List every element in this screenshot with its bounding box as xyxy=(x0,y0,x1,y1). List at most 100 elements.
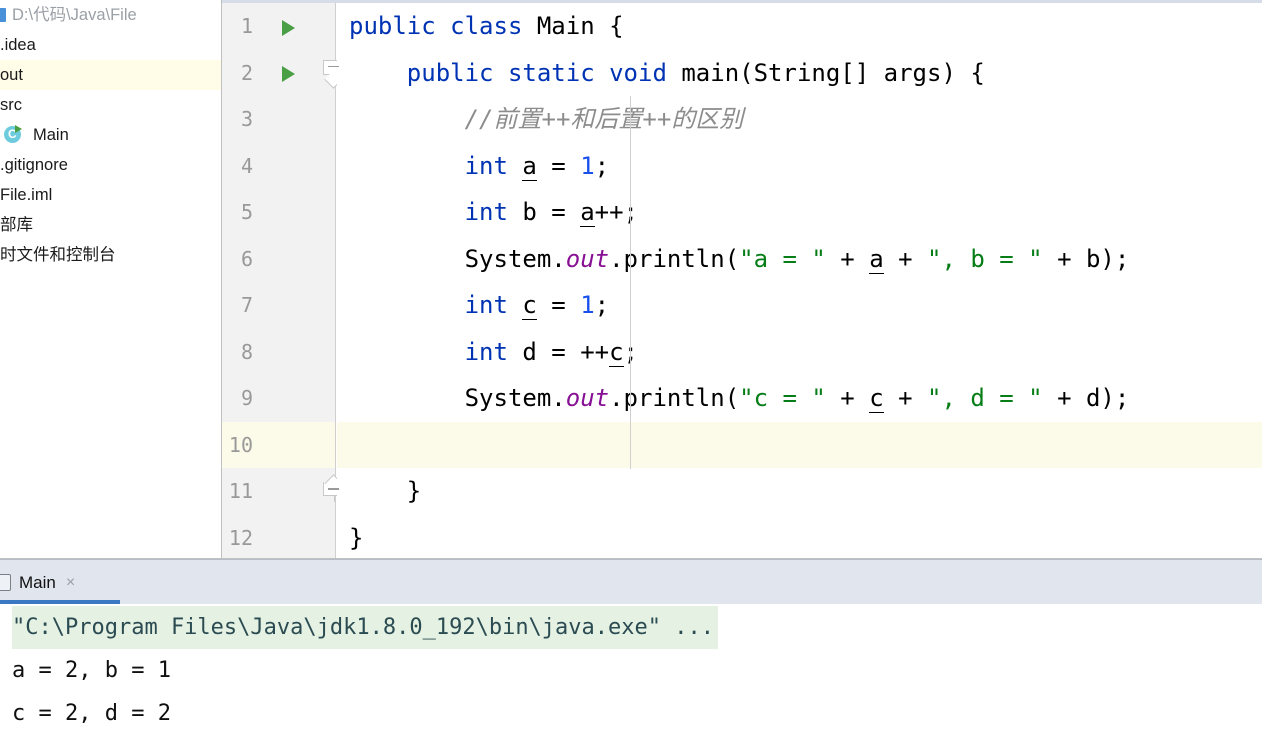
project-tree-item-label: out xyxy=(0,66,23,84)
line-number: 8 xyxy=(240,339,253,364)
gutter-line-8[interactable]: 8 xyxy=(222,329,335,376)
code-line-2[interactable]: public static void main(String[] args) { xyxy=(337,50,1262,97)
line-number: 3 xyxy=(240,107,253,131)
code-line-6[interactable]: System.out.println("a = " + a + ", b = "… xyxy=(337,236,1262,283)
run-tab-main[interactable]: Main × xyxy=(0,560,89,605)
code-token-kw: void xyxy=(609,58,682,87)
code-line-5[interactable]: int b = a++; xyxy=(337,189,1262,236)
code-token-kw: int xyxy=(464,198,523,226)
code-editor[interactable]: 1 2 3 4 5 6 7 8 9 10 11 12 public class Main { publ… xyxy=(222,0,1262,559)
project-tree-item-2[interactable]: out xyxy=(0,60,221,90)
java-class-runnable-icon: C xyxy=(4,125,24,145)
run-gutter-icon[interactable] xyxy=(282,19,295,36)
project-tree-item-label: 部库 xyxy=(0,216,33,234)
code-token-kw: int xyxy=(464,291,523,319)
code-token-fld: out xyxy=(565,244,610,273)
code-token-num: 1 xyxy=(580,291,595,319)
gutter-line-3[interactable]: 3 xyxy=(222,96,335,143)
editor-code-area[interactable]: public class Main { public static void m… xyxy=(337,3,1262,559)
code-line-12[interactable]: } xyxy=(337,515,1262,560)
gutter-line-11[interactable]: 11 xyxy=(222,468,344,515)
code-token-kw: public xyxy=(349,12,451,40)
code-token-kw: static xyxy=(507,58,610,87)
project-tree-item-label: 时文件和控制台 xyxy=(0,246,116,264)
project-tree-item-5[interactable]: .gitignore xyxy=(0,150,221,180)
code-token-kw: class xyxy=(450,12,537,40)
line-number: 12 xyxy=(228,525,253,550)
project-tree: D:\代码\Java\File .idea out src C Main .gitignor… xyxy=(0,0,221,270)
run-tab-bar: Main × xyxy=(0,559,1262,604)
line-number: 11 xyxy=(228,479,253,503)
code-token-pl: main(String[] args) { xyxy=(681,58,985,87)
code-token-pl: + xyxy=(825,384,870,412)
close-icon[interactable]: × xyxy=(66,560,75,605)
project-tree-item-label: D:\代码\Java\File xyxy=(12,6,137,24)
code-token-var: c xyxy=(609,337,624,367)
project-tree-item-7[interactable]: 部库 xyxy=(0,210,221,240)
gutter-line-4[interactable]: 4 xyxy=(222,143,335,190)
project-tree-item-main[interactable]: C Main xyxy=(0,120,221,150)
code-token-pl: = xyxy=(536,291,581,319)
project-tree-item-8[interactable]: 时文件和控制台 xyxy=(0,240,221,270)
gutter-line-6[interactable]: 6 xyxy=(222,236,335,283)
code-token-str: ", d = " xyxy=(927,384,1043,412)
gutter-line-12[interactable]: 12 xyxy=(222,515,335,560)
gutter-line-5[interactable]: 5 xyxy=(222,189,335,236)
code-line-3[interactable]: //前置++和后置++的区别 xyxy=(337,96,1262,143)
gutter-line-9[interactable]: 9 xyxy=(222,375,335,422)
project-tree-item-label: src xyxy=(0,96,22,114)
code-token-str: ", b = " xyxy=(927,244,1043,273)
code-token-num: 1 xyxy=(580,151,595,180)
editor-gutter[interactable]: 1 2 3 4 5 6 7 8 9 10 11 12 xyxy=(222,3,344,560)
console-output[interactable]: "C:\Program Files\Java\jdk1.8.0_192\bin\… xyxy=(0,604,1262,749)
code-token-pl: + xyxy=(883,244,928,273)
gutter-line-7[interactable]: 7 xyxy=(222,282,335,329)
project-root-icon xyxy=(0,8,6,22)
code-token-fld: out xyxy=(565,384,610,412)
code-token-pl: .println( xyxy=(609,384,740,412)
project-tree-item-6[interactable]: File.iml xyxy=(0,180,221,210)
code-token-var: c xyxy=(869,384,884,413)
line-number: 9 xyxy=(240,386,253,410)
code-line-1[interactable]: public class Main { xyxy=(337,3,1262,50)
code-token-pl: + xyxy=(825,244,870,273)
run-configuration-icon xyxy=(0,574,11,591)
code-line-9[interactable]: System.out.println("c = " + c + ", d = "… xyxy=(337,375,1262,422)
gutter-line-2[interactable]: 2 xyxy=(222,50,344,97)
code-line-11[interactable]: } xyxy=(337,468,1262,515)
project-tree-item-label: .gitignore xyxy=(0,156,68,174)
gutter-line-10[interactable]: 10 xyxy=(222,421,335,468)
project-tree-item-label: Main xyxy=(33,126,69,144)
project-tree-item-1[interactable]: .idea xyxy=(0,30,221,60)
console-line-0: "C:\Program Files\Java\jdk1.8.0_192\bin\… xyxy=(0,606,1262,649)
code-token-kw: public xyxy=(406,58,508,87)
code-token-var: a xyxy=(869,244,884,274)
code-token-pl: ++; xyxy=(594,198,638,226)
project-tree-item-label: .idea xyxy=(0,36,36,54)
gutter-line-1[interactable]: 1 xyxy=(222,3,335,50)
line-number: 6 xyxy=(240,246,253,271)
code-token-var: c xyxy=(522,291,537,320)
run-gutter-icon[interactable] xyxy=(282,66,295,82)
line-number: 7 xyxy=(240,293,253,317)
line-number: 10 xyxy=(228,432,253,457)
run-tab-label: Main xyxy=(19,573,56,592)
project-tree-item-0[interactable]: D:\代码\Java\File xyxy=(0,0,221,30)
ide-window: D:\代码\Java\File .idea out src C Main .gitignor… xyxy=(0,0,1262,749)
line-number: 2 xyxy=(240,60,253,85)
code-line-7[interactable]: int c = 1; xyxy=(337,282,1262,329)
code-line-8[interactable]: int d = ++c; xyxy=(337,329,1262,376)
code-token-var: a xyxy=(522,151,537,181)
project-tree-item-3[interactable]: src xyxy=(0,90,221,120)
code-token-pl: } xyxy=(349,477,422,505)
code-token-pl: + b); xyxy=(1042,244,1130,273)
code-line-4[interactable]: int a = 1; xyxy=(337,143,1262,190)
console-line-2: c = 2, d = 2 xyxy=(12,701,171,726)
code-token-pl: = xyxy=(536,151,581,180)
code-line-10[interactable] xyxy=(337,421,1262,468)
